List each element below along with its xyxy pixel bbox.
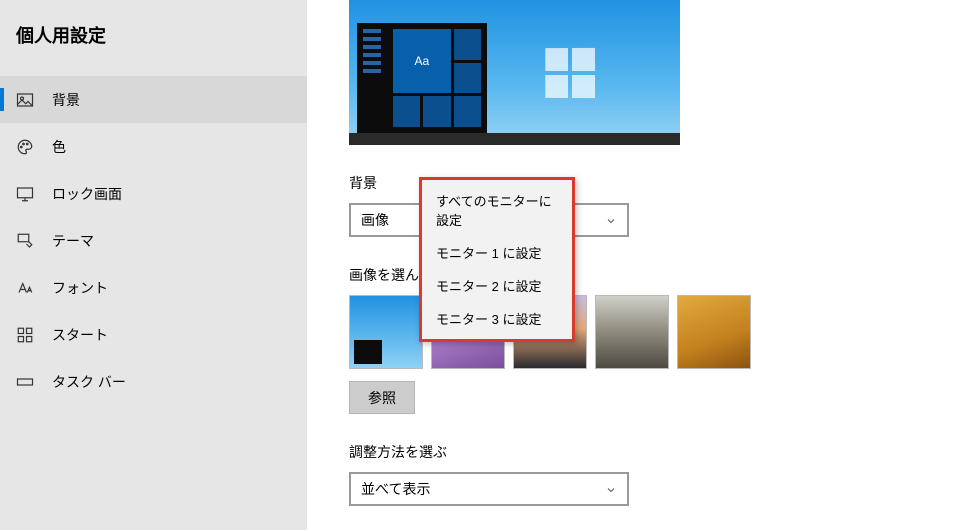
context-item-monitor-2[interactable]: モニター 2 に設定	[422, 269, 572, 302]
browse-button-label: 参照	[368, 388, 396, 408]
sidebar: 個人用設定 背景 色 ロック画面 テーマ	[0, 0, 307, 530]
sidebar-item-theme[interactable]: テーマ	[0, 217, 307, 264]
main-content: Aa 背景 画像 画像を選んでください	[307, 0, 980, 530]
sidebar-item-label: ロック画面	[52, 184, 122, 204]
sidebar-item-taskbar[interactable]: タスク バー	[0, 358, 307, 405]
sidebar-title: 個人用設定	[0, 22, 307, 76]
picture-icon	[16, 91, 34, 109]
sidebar-item-color[interactable]: 色	[0, 123, 307, 170]
combo-value: 並べて表示	[361, 479, 430, 499]
sidebar-item-lockscreen[interactable]: ロック画面	[0, 170, 307, 217]
sidebar-item-label: フォント	[52, 278, 108, 298]
sidebar-item-label: タスク バー	[52, 372, 126, 392]
sidebar-item-start[interactable]: スタート	[0, 311, 307, 358]
wallpaper-thumb[interactable]	[349, 295, 423, 369]
sidebar-item-background[interactable]: 背景	[0, 76, 307, 123]
windows-logo-icon	[545, 48, 595, 98]
preview-taskbar	[349, 133, 680, 145]
sidebar-item-label: 背景	[52, 90, 80, 110]
font-icon	[16, 279, 34, 297]
monitor-context-menu: すべてのモニターに設定 モニター 1 に設定 モニター 2 に設定 モニター 3…	[419, 177, 575, 342]
context-item-all-monitors[interactable]: すべてのモニターに設定	[422, 184, 572, 236]
chevron-down-icon	[605, 483, 617, 495]
sidebar-item-label: スタート	[52, 325, 108, 345]
context-item-monitor-3[interactable]: モニター 3 に設定	[422, 302, 572, 335]
wallpaper-thumb[interactable]	[677, 295, 751, 369]
desktop-preview: Aa	[349, 0, 680, 145]
fit-label: 調整方法を選ぶ	[349, 442, 960, 462]
monitor-icon	[16, 185, 34, 203]
taskbar-icon	[16, 373, 34, 391]
chevron-down-icon	[605, 214, 617, 226]
palette-icon	[16, 138, 34, 156]
wallpaper-thumb[interactable]	[595, 295, 669, 369]
fit-combo[interactable]: 並べて表示	[349, 472, 629, 506]
context-item-monitor-1[interactable]: モニター 1 に設定	[422, 236, 572, 269]
brush-icon	[16, 232, 34, 250]
grid-icon	[16, 326, 34, 344]
sidebar-item-label: テーマ	[52, 231, 94, 251]
browse-button[interactable]: 参照	[349, 381, 415, 414]
sidebar-item-label: 色	[52, 137, 66, 157]
preview-tile-large: Aa	[393, 29, 451, 93]
preview-start-menu: Aa	[357, 23, 487, 133]
sidebar-item-font[interactable]: フォント	[0, 264, 307, 311]
combo-value: 画像	[361, 210, 389, 230]
